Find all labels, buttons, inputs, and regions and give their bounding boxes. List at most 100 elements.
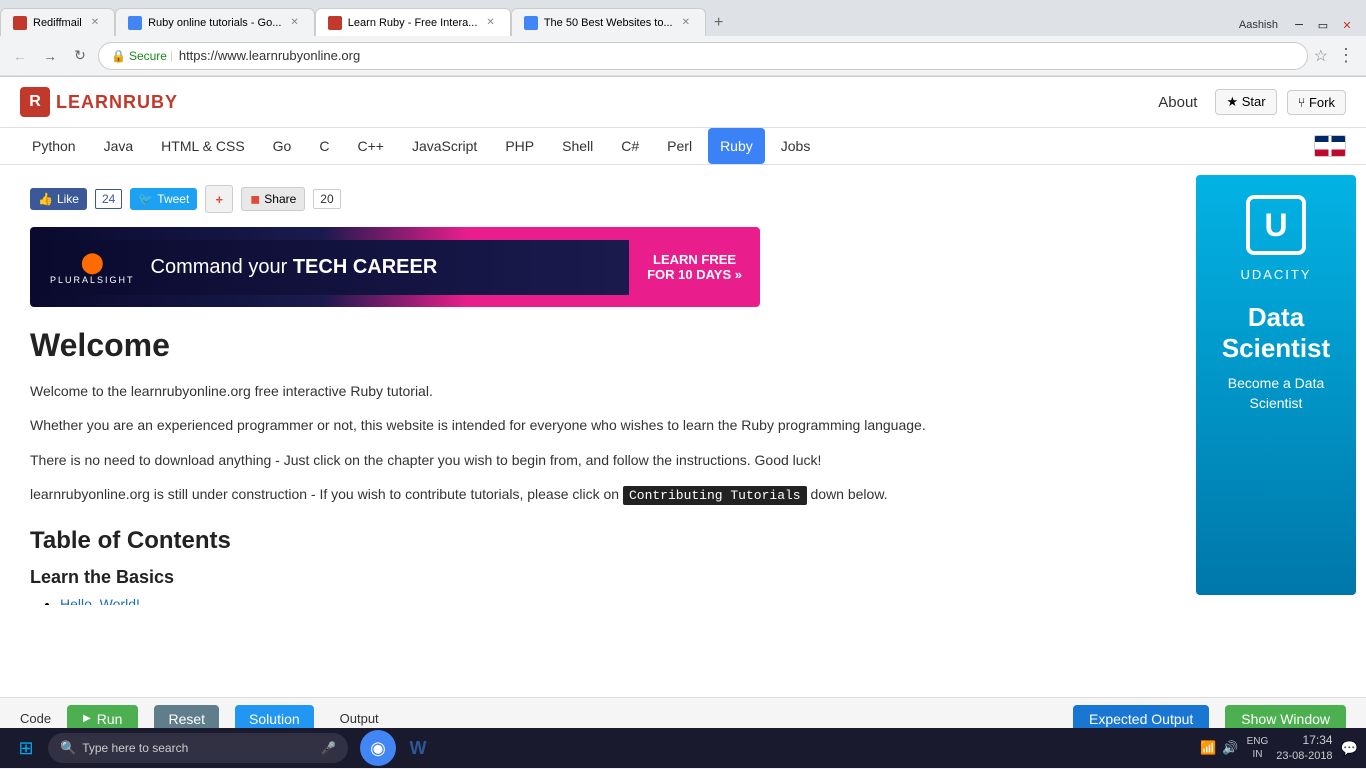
close-btn[interactable]: ✕ — [1336, 14, 1358, 36]
nav-cpp[interactable]: C++ — [345, 128, 395, 164]
tab-close-btn[interactable]: ✕ — [679, 16, 693, 29]
tab-close-btn[interactable]: ✕ — [88, 16, 102, 29]
para4-before: learnrubyonline.org is still under const… — [30, 486, 619, 502]
logo-ruby: RUBY — [123, 92, 178, 112]
ad-cta: LEARN FREE FOR 10 DAYS » — [629, 242, 760, 292]
nav-go[interactable]: Go — [261, 128, 304, 164]
nav-java[interactable]: Java — [92, 128, 146, 164]
site-nav: Python Java HTML & CSS Go C C++ JavaScri… — [0, 128, 1366, 165]
tab-title: Rediffmail — [33, 17, 82, 29]
user-name: Aashish — [1239, 19, 1286, 31]
tweet-button[interactable]: 🐦 Tweet — [130, 188, 197, 210]
taskbar-search[interactable]: 🔍 Type here to search 🎤 — [48, 733, 348, 763]
taskbar-app-word[interactable]: W — [400, 730, 436, 766]
share-button[interactable]: ◼ Share — [241, 187, 305, 211]
nav-python[interactable]: Python — [20, 128, 88, 164]
share-icon: ◼ — [250, 192, 260, 206]
logo-icon: R — [20, 87, 50, 117]
nav-perl[interactable]: Perl — [655, 128, 704, 164]
code-label: Code — [20, 711, 51, 726]
nav-javascript[interactable]: JavaScript — [400, 128, 489, 164]
notification-icon[interactable]: 💬 — [1341, 740, 1358, 757]
ad-banner[interactable]: ⬤ PLURALSIGHT Command your TECH CAREER L… — [30, 227, 760, 307]
output-label: Output — [340, 711, 379, 726]
tab-close-btn[interactable]: ✕ — [483, 16, 497, 29]
about-link[interactable]: About — [1150, 90, 1205, 115]
udacity-ad[interactable]: U UDACITY Data Scientist Become a Data S… — [1196, 175, 1356, 595]
like-count: 24 — [95, 189, 122, 209]
ad-headline: Command your TECH CAREER — [151, 256, 438, 279]
bookmark-icon[interactable]: ☆ — [1314, 46, 1328, 66]
taskbar-app-chrome[interactable]: ◉ — [360, 730, 396, 766]
site-logo: R LEARNRUBY — [20, 87, 178, 117]
lock-icon: 🔒 — [111, 49, 126, 63]
windows-icon: ⊞ — [18, 738, 33, 759]
maximize-btn[interactable]: ▭ — [1312, 14, 1334, 36]
chrome-icon: ◉ — [370, 738, 386, 759]
pluralsight-name: PLURALSIGHT — [50, 275, 135, 285]
nav-shell[interactable]: Shell — [550, 128, 605, 164]
fork-button[interactable]: ⑂ Fork — [1287, 90, 1346, 115]
tab-favicon — [13, 16, 27, 30]
nav-csharp[interactable]: C# — [609, 128, 651, 164]
url-text: https://www.learnrubyonline.org — [179, 48, 360, 63]
nav-html-css[interactable]: HTML & CSS — [149, 128, 257, 164]
nav-ruby[interactable]: Ruby — [708, 128, 765, 164]
start-button[interactable]: ⊞ — [8, 730, 44, 766]
ps-logo-icon: ⬤ — [81, 250, 103, 275]
back-btn[interactable]: ← — [8, 44, 32, 68]
header-actions: About ★ Star ⑂ Fork — [1150, 89, 1346, 115]
clock: 17:34 23-08-2018 — [1276, 732, 1332, 764]
ad-cta-line1: LEARN FREE — [653, 252, 736, 267]
udacity-u-logo: U — [1246, 195, 1306, 255]
website: R LEARNRUBY About ★ Star ⑂ Fork Python J… — [0, 77, 1366, 697]
star-button[interactable]: ★ Star — [1215, 89, 1276, 115]
welcome-para4: learnrubyonline.org is still under const… — [30, 483, 1166, 507]
more-options-btn[interactable]: ⋮ — [1334, 44, 1358, 68]
toc-basics-title: Learn the Basics — [30, 567, 1166, 588]
twitter-icon: 🐦 — [138, 192, 153, 206]
reload-btn[interactable]: ↻ — [68, 44, 92, 68]
main-content: 👍 Like 24 🐦 Tweet + ◼ Share 20 — [0, 165, 1366, 697]
tab-ruby-tutorials[interactable]: Ruby online tutorials - Go... ✕ — [115, 8, 315, 36]
secure-label: Secure — [129, 49, 167, 63]
search-icon: 🔍 — [60, 740, 76, 756]
browser-chrome: Rediffmail ✕ Ruby online tutorials - Go.… — [0, 0, 1366, 77]
uk-flag[interactable] — [1314, 135, 1346, 157]
share-count: 20 — [313, 189, 340, 209]
taskbar-right: 📶 🔊 ENG IN 17:34 23-08-2018 💬 — [1200, 732, 1358, 764]
udacity-headline: Data Scientist — [1206, 302, 1346, 364]
gplus-button[interactable]: + — [205, 185, 233, 213]
tab-50-best[interactable]: The 50 Best Websites to... ✕ — [511, 8, 706, 36]
window-controls: Aashish ─ ▭ ✕ — [1239, 14, 1366, 36]
tab-close-btn[interactable]: ✕ — [287, 16, 301, 29]
tab-bar: Rediffmail ✕ Ruby online tutorials - Go.… — [0, 0, 1366, 36]
nav-php[interactable]: PHP — [493, 128, 546, 164]
contributing-link[interactable]: Contributing Tutorials — [623, 486, 807, 505]
system-icons: 📶 🔊 — [1200, 740, 1238, 756]
forward-btn[interactable]: → — [38, 44, 62, 68]
like-icon: 👍 — [38, 192, 53, 206]
region-text: IN — [1247, 748, 1269, 761]
word-icon: W — [410, 738, 427, 759]
network-icon: 📶 — [1200, 740, 1216, 756]
new-tab-btn[interactable]: + — [706, 10, 731, 36]
like-button[interactable]: 👍 Like — [30, 188, 87, 210]
ad-headline-bold: TECH CAREER — [293, 256, 437, 278]
tab-title: Learn Ruby - Free Intera... — [348, 17, 478, 29]
social-bar: 👍 Like 24 🐦 Tweet + ◼ Share 20 — [30, 185, 1166, 213]
minimize-btn[interactable]: ─ — [1288, 14, 1310, 36]
tab-rediffmail[interactable]: Rediffmail ✕ — [0, 8, 115, 36]
nav-jobs[interactable]: Jobs — [769, 128, 823, 164]
secure-badge: 🔒 Secure | — [111, 49, 173, 63]
address-input[interactable]: 🔒 Secure | https://www.learnrubyonline.o… — [98, 42, 1308, 70]
search-placeholder-text: Type here to search — [82, 741, 188, 755]
volume-icon: 🔊 — [1222, 740, 1238, 756]
hello-world-link[interactable]: Hello, World! — [60, 596, 140, 605]
tab-learn-ruby[interactable]: Learn Ruby - Free Intera... ✕ — [315, 8, 511, 36]
share-label: Share — [264, 192, 296, 206]
para4-after: down below. — [811, 486, 888, 502]
welcome-para3: There is no need to download anything - … — [30, 449, 1166, 471]
ad-left: ⬤ PLURALSIGHT Command your TECH CAREER — [30, 240, 629, 295]
nav-c[interactable]: C — [307, 128, 341, 164]
